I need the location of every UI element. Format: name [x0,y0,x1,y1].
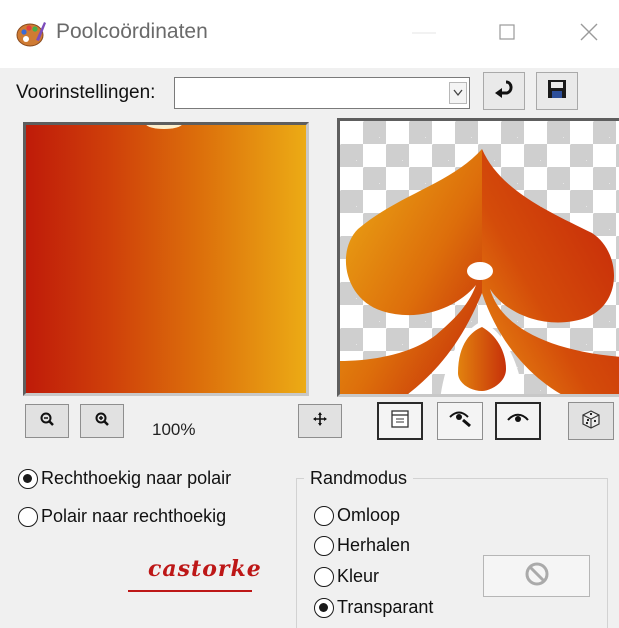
edge-color-swatch[interactable] [483,555,590,597]
pan-move-icon [313,412,327,430]
edge-mode-title: Randmodus [304,468,414,489]
radio-button[interactable] [314,505,334,526]
radio-button[interactable] [314,566,334,587]
close-button[interactable] [566,14,612,54]
radio-button-checked[interactable] [18,468,38,489]
spade-shape-illustration [340,149,619,394]
maximize-icon [499,23,515,45]
pan-button[interactable] [298,404,342,438]
radio-rect-to-polar[interactable]: Rechthoekig naar polair [18,468,231,489]
zoom-in-icon [94,411,110,431]
minimize-icon[interactable] [412,32,436,34]
eye-dropper-button[interactable] [437,402,483,440]
proof-toggle-button[interactable] [377,402,423,440]
reset-button[interactable] [483,72,525,110]
chevron-down-icon[interactable] [449,82,467,104]
zoom-out-icon [39,411,55,431]
source-preview[interactable] [23,122,309,396]
radio-label: Transparant [337,597,434,617]
save-disk-icon [547,79,567,104]
result-preview[interactable] [337,118,619,397]
no-color-icon [524,561,550,592]
maximize-button[interactable] [484,14,530,54]
radio-label: Rechthoekig naar polair [41,468,232,488]
presets-dropdown[interactable] [174,77,470,109]
logo-underline [128,590,252,592]
eye-dropper-icon [448,411,472,431]
eye-icon [506,412,530,430]
title-bar: Poolcoördinaten [0,0,619,68]
save-preset-button[interactable] [536,72,578,110]
proof-toggle-icon [390,409,410,433]
reset-arrow-icon [492,78,516,105]
radio-button-checked[interactable] [314,597,334,618]
randomize-button[interactable] [568,402,614,440]
eye-button[interactable] [495,402,541,440]
zoom-out-button[interactable] [25,404,69,438]
radio-label: Polair naar rechthoekig [41,506,227,526]
radio-label: Herhalen [337,535,411,555]
castorke-logo: castorke [148,556,262,582]
radio-label: Omloop [337,505,401,525]
radio-wrap[interactable]: Omloop [314,505,400,526]
radio-color[interactable]: Kleur [314,566,379,587]
radio-button[interactable] [18,506,38,527]
radio-repeat[interactable]: Herhalen [314,535,410,556]
radio-transparent[interactable]: Transparant [314,597,433,618]
radio-polar-to-rect[interactable]: Polair naar rechthoekig [18,506,226,527]
presets-label: Voorinstellingen: [16,82,156,103]
zoom-in-button[interactable] [80,404,124,438]
radio-button[interactable] [314,535,334,556]
random-dice-icon [580,408,602,434]
palette-icon [16,20,46,48]
radio-label: Kleur [337,566,380,586]
window-title: Poolcoördinaten [56,20,208,43]
zoom-level: 100% [152,420,196,439]
source-highlight [146,125,182,129]
close-icon [580,23,598,46]
